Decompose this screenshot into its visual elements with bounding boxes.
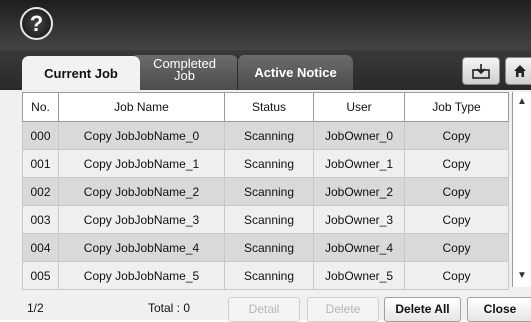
cell-status: Scanning (224, 149, 314, 178)
download-tray-button[interactable] (462, 57, 500, 85)
delete-button[interactable]: Delete (307, 297, 379, 322)
delete-all-button[interactable]: Delete All (384, 297, 461, 322)
column-header-status[interactable]: Status (224, 92, 314, 122)
home-button[interactable] (505, 57, 531, 85)
page-indicator: 1/2 (27, 301, 44, 315)
scroll-down-arrow-icon[interactable]: ▼ (517, 270, 527, 281)
cell-job-type: Copy (404, 177, 509, 206)
table-row[interactable]: 001 Copy JobJobName_1 Scanning JobOwner_… (22, 149, 509, 178)
tab-active-notice-label: Active Notice (254, 65, 337, 80)
home-icon (514, 65, 526, 77)
cell-status: Scanning (224, 177, 314, 206)
cell-status: Scanning (224, 261, 314, 290)
table-row[interactable]: 005 Copy JobJobName_5 Scanning JobOwner_… (22, 261, 509, 290)
cell-no: 003 (22, 205, 59, 234)
scroll-up-arrow-icon[interactable]: ▲ (517, 96, 527, 107)
cell-no: 001 (22, 149, 59, 178)
cell-status: Scanning (224, 233, 314, 262)
cell-no: 005 (22, 261, 59, 290)
cell-job-name: Copy JobJobName_0 (58, 121, 225, 150)
tab-current-job-label: Current Job (44, 66, 118, 81)
cell-job-name: Copy JobJobName_5 (58, 261, 225, 290)
cell-status: Scanning (224, 121, 314, 150)
cell-no: 002 (22, 177, 59, 206)
table-row[interactable]: 000 Copy JobJobName_0 Scanning JobOwner_… (22, 121, 509, 150)
cell-user: JobOwner_4 (313, 233, 405, 262)
download-tray-icon (472, 64, 490, 79)
cell-user: JobOwner_5 (313, 261, 405, 290)
cell-job-type: Copy (404, 261, 509, 290)
cell-no: 004 (22, 233, 59, 262)
detail-button[interactable]: Detail (228, 297, 300, 322)
cell-job-name: Copy JobJobName_2 (58, 177, 225, 206)
table-header-row: No. Job Name Status User Job Type (22, 92, 509, 122)
scrollbar[interactable]: ▲ ▼ (512, 92, 531, 287)
cell-job-name: Copy JobJobName_4 (58, 233, 225, 262)
cell-job-name: Copy JobJobName_1 (58, 149, 225, 178)
cell-user: JobOwner_2 (313, 177, 405, 206)
job-table: No. Job Name Status User Job Type 000 Co… (22, 92, 509, 290)
column-header-job-type[interactable]: Job Type (404, 92, 509, 122)
cell-no: 000 (22, 121, 59, 150)
cell-job-type: Copy (404, 205, 509, 234)
tab-current-job[interactable]: Current Job (22, 56, 140, 90)
cell-status: Scanning (224, 205, 314, 234)
column-header-job-name[interactable]: Job Name (58, 92, 225, 122)
top-bar (0, 0, 531, 50)
tab-completed-job[interactable]: Completed Job (130, 55, 238, 90)
cell-job-name: Copy JobJobName_3 (58, 205, 225, 234)
help-button[interactable]: ? (20, 7, 53, 40)
cell-user: JobOwner_0 (313, 121, 405, 150)
cell-job-type: Copy (404, 233, 509, 262)
tab-completed-job-label-line2: Job (174, 68, 195, 83)
column-header-user[interactable]: User (313, 92, 405, 122)
cell-user: JobOwner_3 (313, 205, 405, 234)
close-button[interactable]: Close (467, 297, 531, 322)
tab-active-notice[interactable]: Active Notice (237, 55, 353, 90)
total-count: Total : 0 (148, 301, 191, 315)
cell-job-type: Copy (404, 149, 509, 178)
cell-user: JobOwner_1 (313, 149, 405, 178)
table-row[interactable]: 003 Copy JobJobName_3 Scanning JobOwner_… (22, 205, 509, 234)
table-row[interactable]: 004 Copy JobJobName_4 Scanning JobOwner_… (22, 233, 509, 262)
table-row[interactable]: 002 Copy JobJobName_2 Scanning JobOwner_… (22, 177, 509, 206)
column-header-no[interactable]: No. (22, 92, 59, 122)
cell-job-type: Copy (404, 121, 509, 150)
